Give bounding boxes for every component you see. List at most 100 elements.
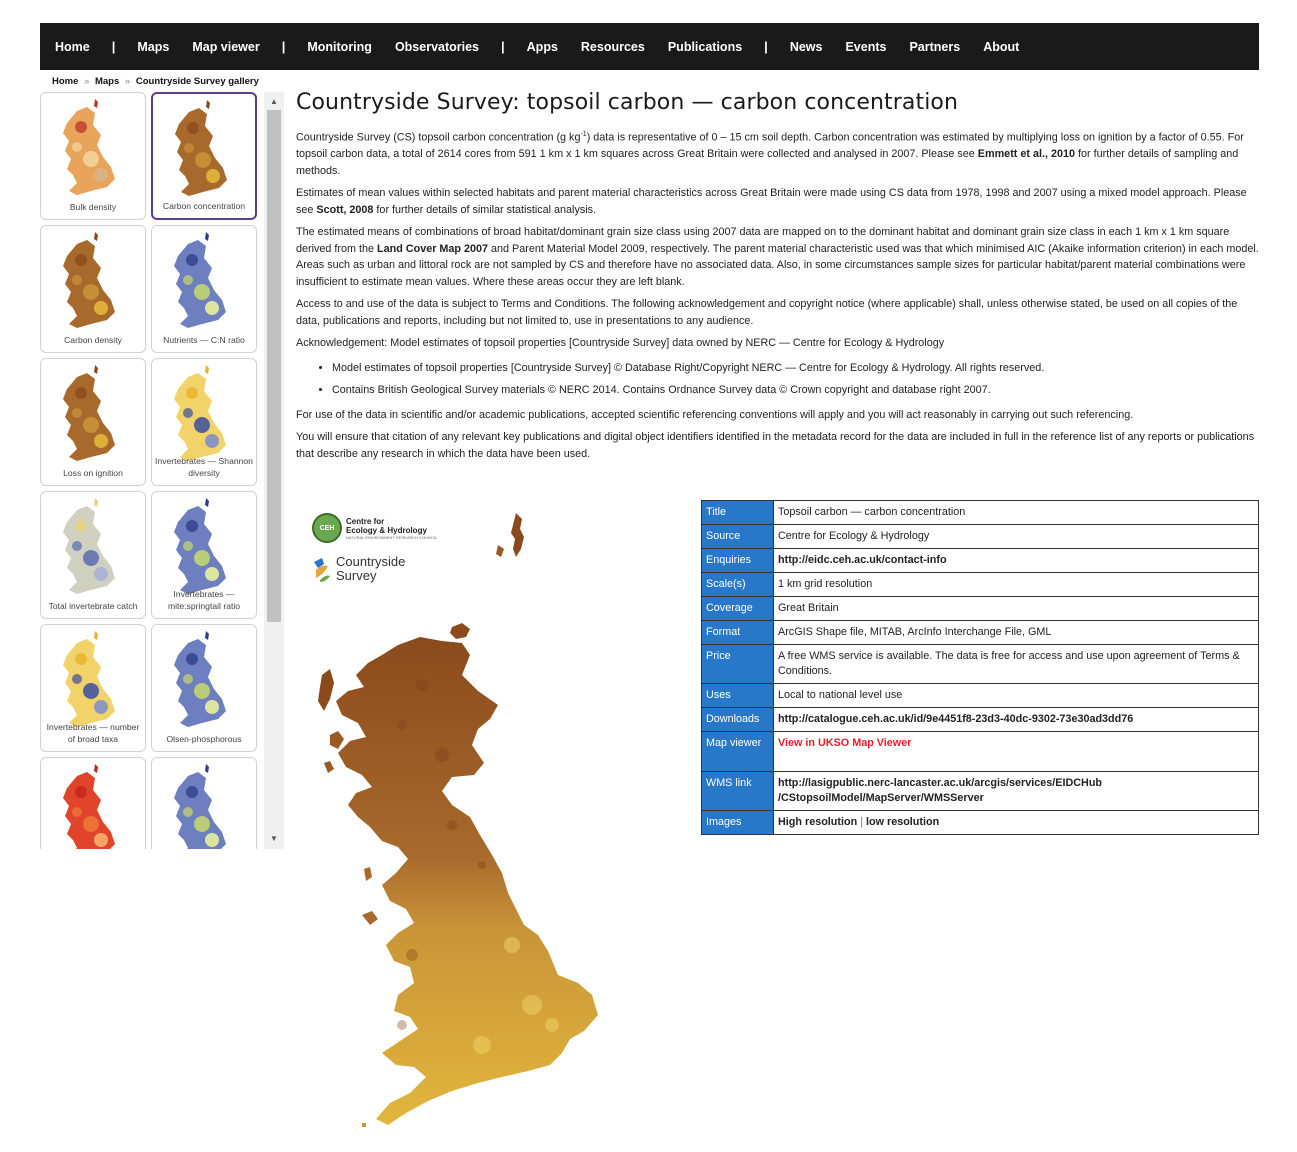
- gallery-scrollbar[interactable]: ▲ ▼: [264, 92, 284, 849]
- nav-partners[interactable]: Partners: [909, 40, 960, 54]
- thumbnail-map-image: [175, 100, 227, 196]
- gallery-thumbnail[interactable]: Loss on ignition: [40, 358, 146, 486]
- nav-map-viewer[interactable]: Map viewer: [192, 40, 259, 54]
- countryside-survey-line2: Survey: [336, 568, 377, 583]
- citation-paragraph: You will ensure that citation of any rel…: [296, 431, 1255, 460]
- great-britain-mainland: [336, 637, 598, 1125]
- high-resolution-link[interactable]: High resolution: [778, 816, 857, 828]
- table-row: Scale(s) 1 km grid resolution: [701, 572, 1259, 597]
- scroll-down-arrow-icon[interactable]: ▼: [264, 831, 284, 847]
- map-gallery: Bulk density Carbon concentration Carbon d…: [40, 92, 284, 849]
- thumbnail-caption: Olsen-phosphorous: [166, 734, 242, 744]
- thumbnail-caption: Nutrients — C:N ratio: [163, 335, 245, 345]
- scrollbar-thumb[interactable]: [267, 110, 281, 622]
- table-row: WMS link http://lasigpublic.nerc-lancaste…: [701, 771, 1259, 811]
- wms-link-line1: http://lasigpublic.nerc-lancaster.ac.uk/…: [778, 777, 1103, 789]
- map-viewer-link[interactable]: View in UKSO Map Viewer: [778, 737, 911, 749]
- thumbnail-caption: Invertebrates — Shannon diversity: [155, 456, 253, 478]
- ceh-logo-line2: Ecology & Hydrology: [346, 525, 427, 535]
- thumbnail-map-image: [63, 232, 115, 328]
- gallery-thumbnail[interactable]: Invertebrates — Shannon diversity: [151, 358, 257, 486]
- row-value: Centre for Ecology & Hydrology: [773, 524, 1259, 549]
- row-value: 1 km grid resolution: [773, 572, 1259, 597]
- breadcrumb: Home » Maps » Countryside Survey gallery: [52, 76, 262, 87]
- nav-resources[interactable]: Resources: [581, 40, 645, 54]
- row-key: Map viewer: [701, 731, 774, 772]
- thumbnail-map-image: [63, 764, 115, 849]
- gallery-thumbnail[interactable]: Olsen-phosphorous: [151, 624, 257, 752]
- thumbnail-map-image: [174, 631, 226, 727]
- table-row: Price A free WMS service is available. Th…: [701, 644, 1259, 684]
- thumbnail-map-image: [174, 365, 226, 461]
- gallery-thumbnail[interactable]: Invertebrates — number of broad taxa: [40, 624, 146, 752]
- table-row: Coverage Great Britain: [701, 596, 1259, 621]
- thumbnail-map-image: [63, 365, 115, 461]
- thumbnail-caption: Bulk density: [69, 202, 117, 212]
- ceh-logo-subtitle: NATURAL ENVIRONMENT RESEARCH COUNCIL: [346, 534, 438, 540]
- breadcrumb-current: Countryside Survey gallery: [135, 76, 259, 87]
- table-row: Images High resolution | low resolution: [701, 810, 1259, 835]
- row-key: Enquiries: [701, 548, 774, 573]
- thumbnail-caption: Carbon concentration: [162, 201, 246, 211]
- great-britain-carbon-map: [318, 513, 598, 1127]
- gallery-thumbnail[interactable]: Total invertebrate catch: [40, 491, 146, 619]
- nav-home[interactable]: Home: [55, 40, 90, 54]
- nav-separator: |: [764, 39, 768, 54]
- nav-observatories[interactable]: Observatories: [395, 40, 479, 54]
- gallery-thumbnail[interactable]: Nutrients — C:N ratio: [151, 225, 257, 353]
- thumbnail-map-image: [63, 498, 115, 594]
- gallery-thumbnail[interactable]: [151, 757, 257, 849]
- nav-about[interactable]: About: [983, 40, 1019, 54]
- scott-reference-link[interactable]: Scott, 2008: [316, 204, 373, 216]
- access-paragraph: Access to and use of the data is subject…: [296, 298, 1238, 327]
- logos: CEH Centre for Ecology & Hydrology NATUR…: [312, 513, 437, 583]
- nav-maps[interactable]: Maps: [137, 40, 169, 54]
- wms-link[interactable]: http://lasigpublic.nerc-lancaster.ac.uk/…: [778, 777, 1102, 804]
- p1-text-a: Countryside Survey (CS) topsoil carbon c…: [296, 131, 581, 144]
- enquiries-link[interactable]: http://eidc.ceh.ac.uk/contact-info: [778, 554, 947, 566]
- table-row: Uses Local to national level use: [701, 683, 1259, 708]
- nav-apps[interactable]: Apps: [527, 40, 558, 54]
- wms-link-line2: /CStopsoilModel/MapServer/WMSServer: [778, 792, 984, 804]
- page-title: Countryside Survey: topsoil carbon — car…: [296, 90, 959, 115]
- row-key: Coverage: [701, 596, 774, 621]
- downloads-link[interactable]: http://catalogue.ceh.ac.uk/id/9e4451f8-2…: [778, 713, 1133, 725]
- gallery-thumbnail[interactable]: Carbon concentration: [151, 92, 257, 220]
- thumbnail-map-image: [174, 232, 226, 328]
- nav-publications[interactable]: Publications: [668, 40, 742, 54]
- row-value: ArcGIS Shape file, MITAB, ArcInfo Interc…: [773, 620, 1259, 645]
- breadcrumb-maps[interactable]: Maps: [95, 76, 119, 87]
- gallery-thumbnail[interactable]: Carbon density: [40, 225, 146, 353]
- thumbnail-map-image: [63, 99, 115, 195]
- table-row: Downloads http://catalogue.ceh.ac.uk/id/9…: [701, 707, 1259, 732]
- nav-separator: |: [501, 39, 505, 54]
- breadcrumb-home[interactable]: Home: [52, 76, 78, 87]
- row-key: Scale(s): [701, 572, 774, 597]
- land-cover-map-link[interactable]: Land Cover Map 2007: [377, 243, 488, 255]
- table-row: Source Centre for Ecology & Hydrology: [701, 524, 1259, 549]
- low-resolution-link[interactable]: low resolution: [866, 816, 939, 828]
- outer-hebrides: [318, 669, 334, 711]
- isles-of-scilly: [362, 1123, 366, 1127]
- nav-monitoring[interactable]: Monitoring: [307, 40, 372, 54]
- row-value: A free WMS service is available. The dat…: [773, 644, 1259, 684]
- top-nav: Home | Maps Map viewer | Monitoring Observator…: [40, 23, 1259, 70]
- row-key: Source: [701, 524, 774, 549]
- thumbnail-caption: Carbon density: [64, 335, 122, 345]
- gallery-thumbnail[interactable]: [40, 757, 146, 849]
- nav-news[interactable]: News: [790, 40, 823, 54]
- emmett-reference-link[interactable]: Emmett et al., 2010: [978, 148, 1075, 160]
- gallery-thumbnail[interactable]: Bulk density: [40, 92, 146, 220]
- row-value: Local to national level use: [773, 683, 1259, 708]
- table-row: Map viewer View in UKSO Map Viewer: [701, 731, 1259, 772]
- table-row: Enquiries http://eidc.ceh.ac.uk/contact-i…: [701, 548, 1259, 573]
- shetland-islands-small: [496, 545, 504, 557]
- copyright-item: Contains British Geological Survey mater…: [332, 382, 1260, 399]
- row-key: Images: [701, 810, 774, 835]
- scroll-up-arrow-icon[interactable]: ▲: [264, 94, 284, 110]
- p2-text-b: for further details of similar statistic…: [373, 203, 597, 216]
- nav-events[interactable]: Events: [845, 40, 886, 54]
- thumbnail-caption: Total invertebrate catch: [48, 601, 138, 611]
- row-key: Title: [701, 500, 774, 525]
- gallery-thumbnail[interactable]: Invertebrates — mite:springtail ratio: [151, 491, 257, 619]
